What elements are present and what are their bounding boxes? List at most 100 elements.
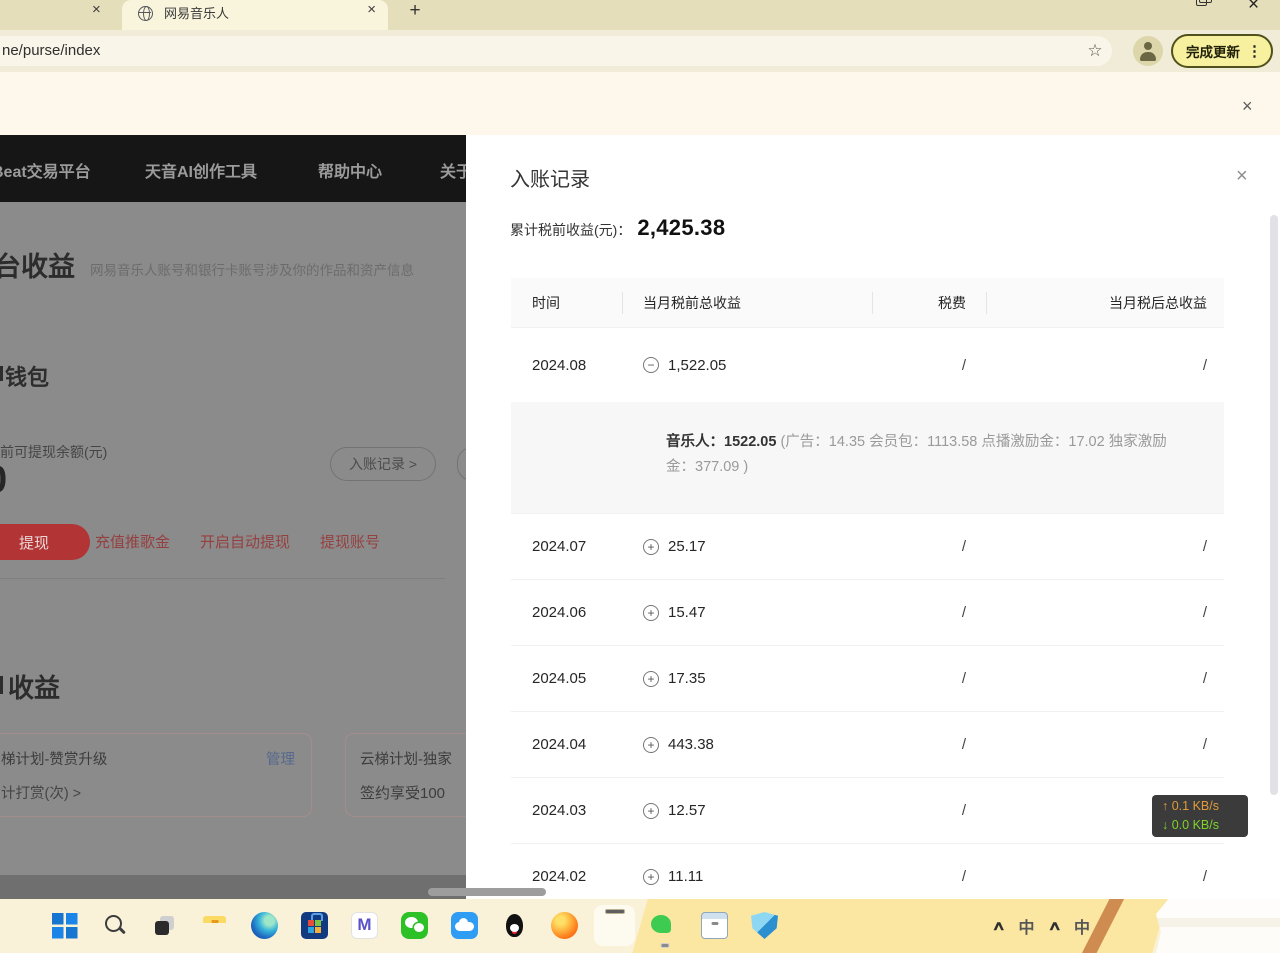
tray-chevron-icon[interactable]: ∧ [992, 918, 1006, 934]
clipped-pill-button[interactable] [457, 447, 466, 481]
income-card: 云梯计划-独家签约享受100 [345, 733, 466, 817]
taskbar-icon-edge[interactable] [251, 912, 278, 939]
panel-title: 入账记录 [510, 163, 590, 192]
row-after-tax: / [987, 646, 1224, 711]
table-row[interactable]: 2024.08−1,522.05// [511, 328, 1224, 402]
row-after-tax-value: / [1203, 604, 1207, 621]
taskbar-icon-start[interactable] [51, 912, 78, 939]
expand-icon[interactable]: + [643, 539, 659, 555]
vertical-scrollbar[interactable] [1270, 215, 1278, 795]
windows-taskbar: ∧ 中 ∧ 中 [0, 899, 1280, 953]
row-amount: 25.17 [668, 538, 706, 555]
nav-item-1[interactable]: Beat交易平台 [0, 158, 91, 182]
close-icon[interactable]: × [92, 1, 101, 18]
taskbar-icon-file-explorer[interactable] [201, 912, 228, 939]
nav-item-2[interactable]: 天音AI创作工具 [145, 158, 257, 182]
taskbar-icon-qq[interactable] [501, 912, 528, 939]
row-amount-cell: +12.57 [623, 778, 873, 843]
row-after-tax-value: / [1203, 538, 1207, 555]
row-amount-cell: +443.38 [623, 712, 873, 777]
row-tax-value: / [962, 868, 966, 885]
taskbar-icon-task-view[interactable] [151, 912, 178, 939]
ime-indicator[interactable]: 中 [1019, 914, 1035, 938]
wallet-title: 钱包 [5, 360, 49, 392]
wallet-link-3[interactable]: 提现账号 [320, 531, 380, 552]
close-icon[interactable]: × [1236, 165, 1248, 188]
ime-indicator[interactable]: 中 [1074, 914, 1090, 938]
table-row[interactable]: 2024.07+25.17// [511, 514, 1224, 580]
row-tax: / [873, 712, 987, 777]
close-icon[interactable]: × [1242, 96, 1253, 117]
taskbar-icon-chrome[interactable] [601, 912, 628, 939]
wallet-link-2[interactable]: 开启自动提现 [200, 531, 290, 552]
taskbar-icon-wecom[interactable] [651, 912, 678, 939]
row-after-tax: / [987, 328, 1224, 402]
wallet-links: 充值推歌金 开启自动提现 提现账号 [95, 531, 380, 552]
row-amount: 443.38 [668, 736, 714, 753]
taskbar-icon-security-shield[interactable] [751, 912, 778, 939]
section-title: 台收益 [0, 245, 75, 284]
close-icon[interactable]: × [367, 1, 376, 18]
nav-item-3[interactable]: 帮助中心 [318, 158, 382, 182]
expand-icon[interactable]: + [643, 605, 659, 621]
taskbar-icon-notepad[interactable] [701, 912, 728, 939]
browser-tab-strip: × 网易音乐人 × + × [0, 0, 1280, 30]
withdraw-button[interactable]: 提现 [0, 524, 90, 560]
row-tax-value: / [962, 604, 966, 621]
balance-label: 前可提现余额(元) [0, 442, 107, 462]
detail-lead: 音乐人：1522.05 [666, 434, 780, 450]
collapse-icon[interactable]: − [643, 357, 659, 373]
income-table: 时间当月税前总收益税费当月税后总收益 2024.08−1,522.05//音乐人… [511, 278, 1224, 910]
income-records-button[interactable]: 入账记录 > [330, 447, 436, 481]
row-tax-value: / [962, 357, 966, 374]
profile-avatar[interactable] [1133, 36, 1163, 66]
card-subtitle[interactable]: 签约享受100 [360, 782, 445, 803]
browser-tab-active[interactable]: 网易音乐人 × [122, 0, 388, 30]
row-tax: / [873, 646, 987, 711]
section-description: 网易音乐人账号和银行卡账号涉及你的作品和资产信息 [90, 259, 414, 279]
globe-favicon-icon [138, 6, 153, 21]
expand-icon[interactable]: + [643, 869, 659, 885]
card-subtitle[interactable]: 计打赏(次) > [1, 782, 81, 803]
table-row[interactable]: 2024.04+443.38// [511, 712, 1224, 778]
network-speed-widget: ↑ 0.1 KB/s ↓ 0.0 KB/s [1152, 795, 1248, 837]
taskbar-icon-search[interactable] [101, 912, 128, 939]
column-header: 当月税前总收益 [623, 278, 873, 327]
expand-icon[interactable]: + [643, 671, 659, 687]
taskbar-icon-wechat[interactable] [401, 912, 428, 939]
address-bar[interactable]: ne/purse/index [0, 36, 1112, 66]
window-restore-button[interactable] [1196, 0, 1207, 6]
window-close-button[interactable]: × [1248, 0, 1259, 16]
wallet-link-1[interactable]: 充值推歌金 [95, 531, 170, 552]
new-tab-button[interactable]: + [402, 0, 428, 24]
menu-dots-icon[interactable]: ⋮ [1247, 42, 1262, 60]
nav-item-4[interactable]: 关于 [440, 158, 466, 182]
chrome-update-button[interactable]: 完成更新 ⋮ [1171, 34, 1273, 68]
taskbar-icon-marktext[interactable] [351, 912, 378, 939]
bookmark-star-icon[interactable]: ☆ [1080, 36, 1110, 66]
expand-icon[interactable]: + [643, 803, 659, 819]
row-after-tax: / [987, 580, 1224, 645]
horizontal-scrollbar-thumb[interactable] [428, 888, 546, 896]
row-amount-cell: +15.47 [623, 580, 873, 645]
row-after-tax-value: / [1203, 670, 1207, 687]
table-row[interactable]: 2024.05+17.35// [511, 646, 1224, 712]
table-row[interactable]: 2024.06+15.47 / / [511, 580, 1224, 646]
column-header: 时间 [511, 278, 623, 327]
taskbar-icon-baidu-netdisk[interactable] [451, 912, 478, 939]
row-tax-value: / [962, 802, 966, 819]
row-after-tax-value: / [1203, 357, 1207, 374]
expand-icon[interactable]: + [643, 737, 659, 753]
row-expanded-detail: 音乐人：1522.05 (广告：14.35 会员包：1113.58 点播激励金：… [511, 402, 1224, 514]
row-month: 2024.03 [511, 778, 623, 843]
tray-chevron-icon[interactable]: ∧ [1047, 918, 1061, 934]
table-row[interactable]: 2024.03+12.57// [511, 778, 1224, 844]
taskbar-icon-ms-store[interactable] [301, 912, 328, 939]
row-amount: 11.11 [668, 868, 703, 885]
card-manage-link[interactable]: 管理 [266, 748, 295, 769]
system-tray: ∧ 中 ∧ 中 [994, 899, 1090, 953]
row-month: 2024.06 [511, 580, 623, 645]
row-tax-value: / [962, 736, 966, 753]
income-section-title: 收益 [8, 668, 60, 705]
taskbar-icon-firefox[interactable] [551, 912, 578, 939]
